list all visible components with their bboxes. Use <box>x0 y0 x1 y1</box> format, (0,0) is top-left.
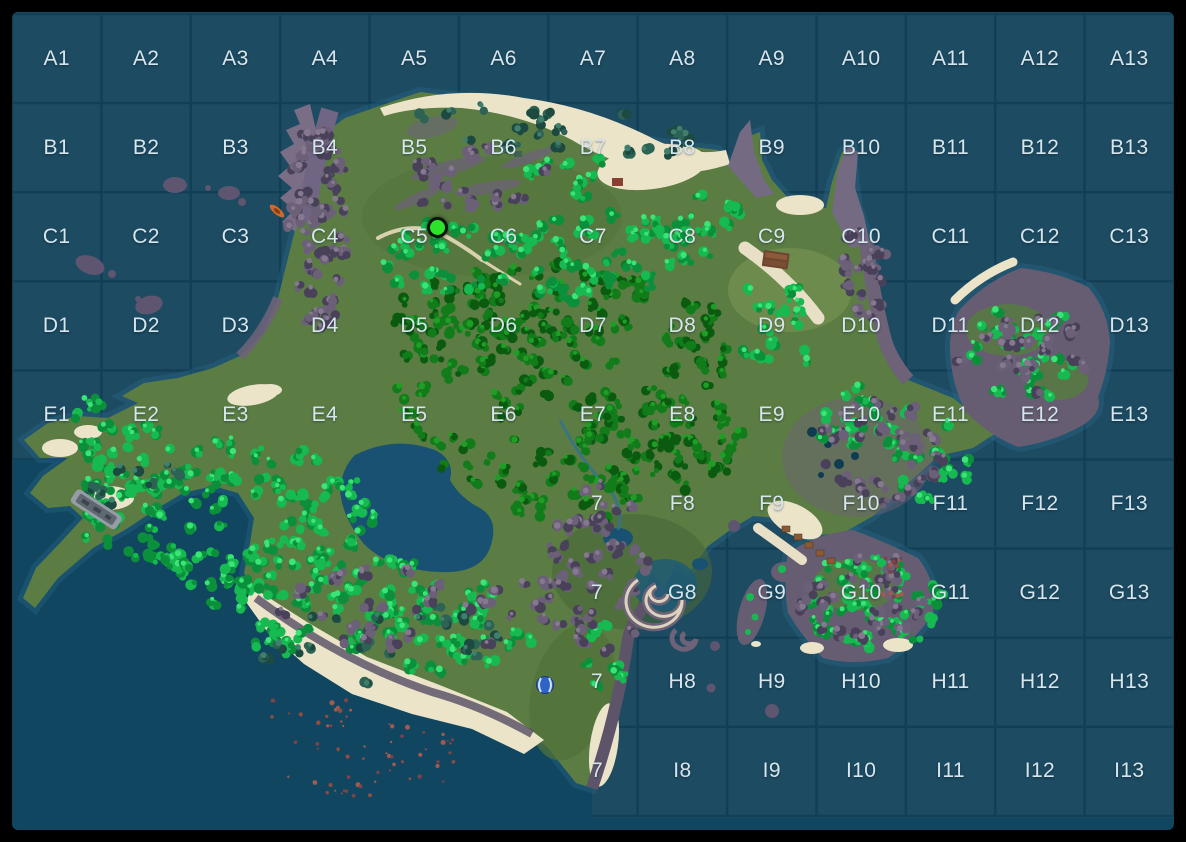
island-map[interactable]: A1 A2 A3 A4 A5 A6 A7 A8 A9 A10 A11 A12 A13 B1 B2 B3 B4 B5… <box>12 12 1174 830</box>
boat <box>269 204 285 218</box>
beach-hut <box>612 178 623 186</box>
map-frame: A1 A2 A3 A4 A5 A6 A7 A8 A9 A10 A11 A12 A13 B1 B2 B3 B4 B5… <box>0 0 1186 842</box>
blue-dome <box>536 676 554 694</box>
island-art <box>12 12 1174 798</box>
player-marker <box>427 216 449 238</box>
